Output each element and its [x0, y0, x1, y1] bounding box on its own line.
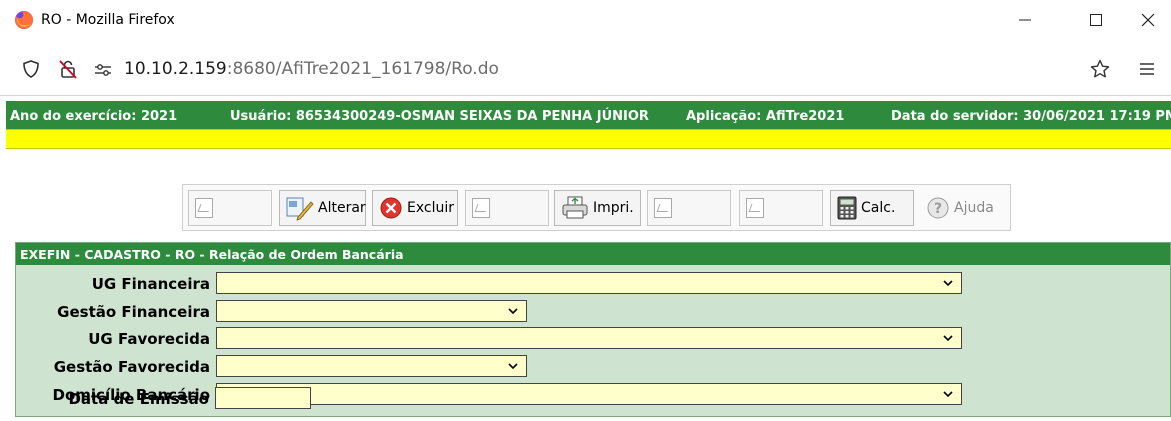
gestao-favorecida-label: Gestão Favorecida — [53, 358, 210, 376]
imprimir-button[interactable]: Impri. — [554, 190, 641, 226]
gestao-financeira-select[interactable] — [216, 300, 527, 322]
excluir-button[interactable]: Excluir — [372, 190, 458, 226]
row-gestao-favorecida: Gestão Favorecida — [16, 355, 1170, 379]
data-emissao-label: Data de Emissão — [68, 390, 209, 408]
panel-title-bar: EXEFIN - CADASTRO - RO - Relação de Orde… — [16, 243, 1170, 265]
minimize-button[interactable] — [1002, 0, 1048, 40]
row-data-emissao: Data de Emissão — [15, 387, 1169, 411]
permissions-icon[interactable] — [92, 58, 114, 80]
gestao-financeira-label: Gestão Financeira — [57, 303, 210, 321]
navigation-bar: 10.10.2.159:8680/AfiTre2021_161798/Ro.do — [0, 40, 1171, 96]
message-bar — [6, 129, 1171, 149]
image-placeholder-icon — [195, 198, 213, 218]
ajuda-button[interactable]: ? Ajuda — [920, 190, 1004, 226]
imprimir-label: Impri. — [593, 200, 634, 216]
disabled-button-1 — [188, 190, 272, 226]
user-info: Usuário: 86534300249-OSMAN SEIXAS DA PEN… — [230, 109, 649, 124]
chevron-down-icon — [508, 308, 518, 315]
row-ug-favorecida: UG Favorecida — [16, 327, 1170, 351]
alterar-button[interactable]: Alterar — [279, 190, 366, 226]
ajuda-label: Ajuda — [954, 200, 994, 216]
help-question-icon: ? — [927, 197, 949, 219]
disabled-button-3 — [647, 190, 731, 226]
maximize-icon — [1090, 14, 1102, 26]
chevron-down-icon — [508, 363, 518, 370]
server-date: Data do servidor: 30/06/2021 17:19 PM — [891, 109, 1171, 124]
row-ug-financeira: UG Financeira — [16, 272, 1170, 296]
exercise-year: Ano do exercício: 2021 — [10, 109, 178, 124]
disabled-button-2 — [465, 190, 549, 226]
star-bookmark-icon[interactable] — [1089, 58, 1111, 80]
calc-label: Calc. — [861, 200, 896, 216]
excluir-label: Excluir — [407, 200, 454, 216]
ug-favorecida-select[interactable] — [216, 327, 962, 349]
window-title: RO - Mozilla Firefox — [41, 12, 175, 28]
title-bar: RO - Mozilla Firefox — [0, 0, 1171, 40]
session-info-bar: Ano do exercício: 2021 Usuário: 86534300… — [6, 101, 1171, 129]
gestao-favorecida-select[interactable] — [216, 355, 527, 377]
maximize-button[interactable] — [1073, 0, 1119, 40]
ug-financeira-select[interactable] — [216, 272, 962, 294]
row-gestao-financeira: Gestão Financeira — [16, 300, 1170, 324]
delete-x-icon — [380, 197, 402, 219]
page-content: Ano do exercício: 2021 Usuário: 86534300… — [6, 101, 1171, 421]
printer-icon — [562, 196, 588, 219]
action-toolbar: Alterar Excluir Impri. Calc. ? Ajuda — [182, 184, 1011, 231]
firefox-logo-icon — [15, 10, 34, 29]
image-placeholder-icon — [654, 198, 672, 218]
shield-icon[interactable] — [20, 58, 42, 80]
address-bar-url[interactable]: 10.10.2.159:8680/AfiTre2021_161798/Ro.do — [124, 59, 499, 79]
url-path: :8680/AfiTre2021_161798/Ro.do — [226, 59, 499, 79]
calculator-icon — [837, 196, 857, 220]
panel-title: EXEFIN - CADASTRO - RO - Relação de Orde… — [20, 247, 404, 262]
application-info: Aplicação: AfiTre2021 — [686, 109, 845, 124]
chevron-down-icon — [943, 335, 953, 342]
svg-text:?: ? — [934, 201, 942, 217]
close-icon — [1141, 13, 1155, 27]
data-emissao-input[interactable] — [215, 387, 311, 409]
image-placeholder-icon — [746, 198, 764, 218]
image-placeholder-icon — [472, 198, 490, 218]
browser-window: RO - Mozilla Firefox 10.10.2.159:8680/Af… — [0, 0, 1171, 421]
edit-pencil-icon — [286, 197, 314, 221]
close-window-button[interactable] — [1125, 0, 1171, 40]
chevron-down-icon — [943, 280, 953, 287]
insecure-lock-icon[interactable] — [57, 58, 79, 80]
calc-button[interactable]: Calc. — [830, 190, 914, 226]
alterar-label: Alterar — [318, 200, 366, 216]
url-host: 10.10.2.159 — [124, 59, 227, 79]
hamburger-menu-icon[interactable] — [1136, 58, 1158, 80]
minimize-icon — [1019, 19, 1031, 21]
ug-financeira-label: UG Financeira — [91, 275, 210, 293]
ug-favorecida-label: UG Favorecida — [88, 330, 210, 348]
disabled-button-4 — [739, 190, 823, 226]
